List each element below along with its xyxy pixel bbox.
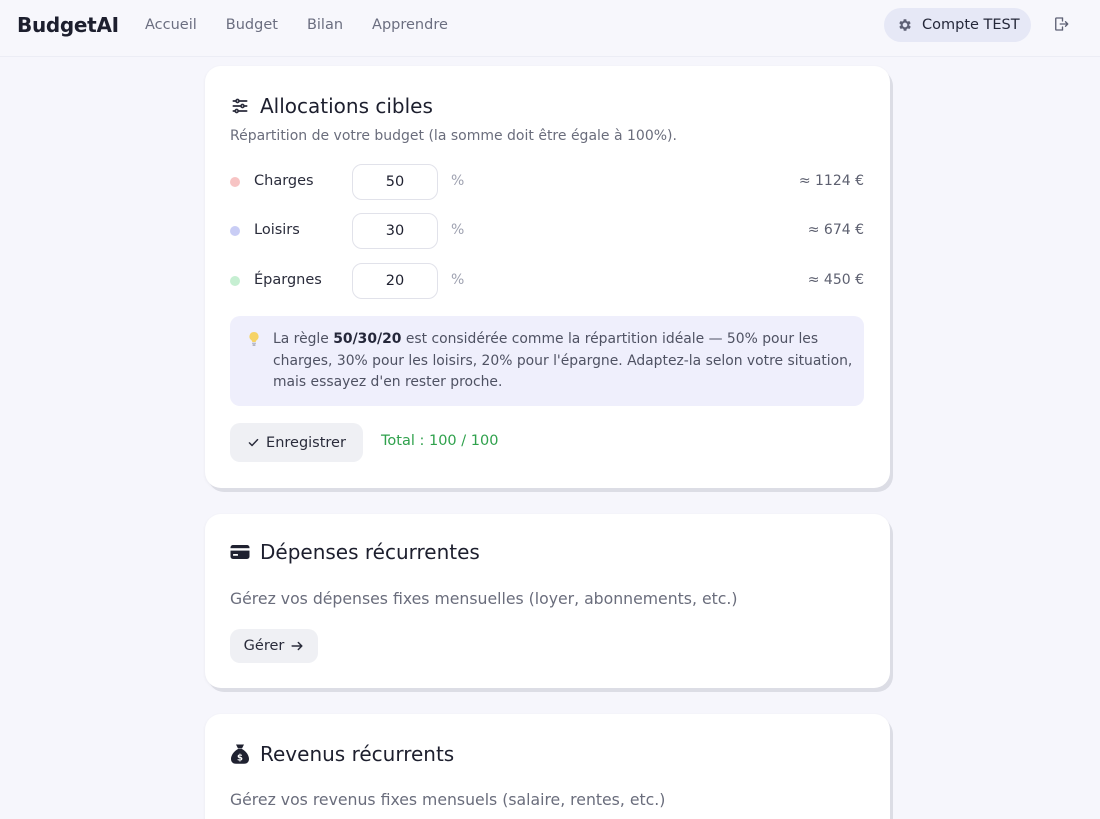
epargnes-amount: ≈ 450 €	[807, 272, 864, 288]
loisirs-amount: ≈ 674 €	[807, 222, 864, 238]
check-icon	[248, 438, 259, 447]
lightbulb-icon	[249, 331, 259, 346]
epargnes-color-dot	[230, 276, 240, 286]
charges-label: Charges	[254, 173, 314, 189]
account-label: Compte TEST	[922, 17, 1020, 33]
arrow-right-icon	[291, 641, 303, 651]
main-nav: Accueil Budget Bilan Apprendre	[145, 17, 477, 33]
recurring-income-card: $ Revenus récurrents Gérez vos revenus f…	[205, 714, 890, 819]
gear-icon	[899, 19, 911, 31]
nav-link-budget[interactable]: Budget	[226, 17, 278, 33]
tip-rule: 50/30/20	[333, 331, 402, 347]
recurring-income-description: Gérez vos revenus fixes mensuels (salair…	[230, 790, 666, 809]
epargnes-percent-input[interactable]	[352, 263, 438, 299]
charges-percent-sign: %	[451, 173, 465, 189]
charges-percent-input[interactable]	[352, 164, 438, 200]
loisirs-percent-input[interactable]	[352, 213, 438, 249]
tip-prefix: La règle	[273, 331, 334, 347]
allocation-row-charges: Charges % ≈ 1124 €	[230, 164, 864, 200]
allocation-total: Total : 100 / 100	[381, 433, 499, 449]
charges-color-dot	[230, 177, 240, 187]
svg-text:$: $	[237, 753, 243, 763]
epargnes-label: Épargnes	[254, 272, 322, 288]
top-navbar: BudgetAI Accueil Budget Bilan Apprendre …	[0, 0, 1100, 57]
recurring-expenses-description: Gérez vos dépenses fixes mensuelles (loy…	[230, 589, 738, 608]
nav-link-accueil[interactable]: Accueil	[145, 17, 197, 33]
charges-amount: ≈ 1124 €	[798, 173, 864, 189]
save-button-label: Enregistrer	[266, 434, 346, 451]
loisirs-color-dot	[230, 226, 240, 236]
recurring-expenses-title: Dépenses récurrentes	[230, 540, 480, 564]
nav-link-apprendre[interactable]: Apprendre	[372, 17, 448, 33]
allocation-row-loisirs: Loisirs % ≈ 674 €	[230, 213, 864, 249]
loisirs-percent-sign: %	[451, 222, 465, 238]
account-button[interactable]: Compte TEST	[884, 8, 1031, 42]
recurring-income-title-text: Revenus récurrents	[260, 742, 455, 766]
logout-icon	[1055, 17, 1069, 31]
allocations-subtitle: Répartition de votre budget (la somme do…	[230, 128, 677, 144]
recurring-income-title: $ Revenus récurrents	[230, 742, 454, 766]
epargnes-percent-sign: %	[451, 272, 465, 288]
nav-link-bilan[interactable]: Bilan	[307, 17, 343, 33]
recurring-expenses-card: Dépenses récurrentes Gérez vos dépenses …	[205, 514, 890, 688]
allocations-title-text: Allocations cibles	[260, 94, 433, 118]
logout-button[interactable]	[1052, 15, 1072, 35]
manage-expenses-button[interactable]: Gérer	[230, 629, 318, 663]
allocations-card: Allocations cibles Répartition de votre …	[205, 66, 890, 488]
rule-tip-box: La règle 50/30/20 est considérée comme l…	[230, 316, 864, 406]
brand-logo[interactable]: BudgetAI	[17, 13, 119, 37]
credit-card-icon	[230, 545, 250, 559]
manage-button-label: Gérer	[243, 638, 285, 654]
sliders-icon	[232, 98, 248, 114]
save-button[interactable]: Enregistrer	[230, 423, 363, 462]
allocations-title: Allocations cibles	[230, 94, 433, 118]
allocation-row-epargnes: Épargnes % ≈ 450 €	[230, 263, 864, 299]
loisirs-label: Loisirs	[254, 222, 300, 238]
money-bag-icon: $	[231, 744, 249, 764]
recurring-expenses-title-text: Dépenses récurrentes	[260, 540, 480, 564]
rule-tip-text: La règle 50/30/20 est considérée comme l…	[273, 329, 853, 394]
